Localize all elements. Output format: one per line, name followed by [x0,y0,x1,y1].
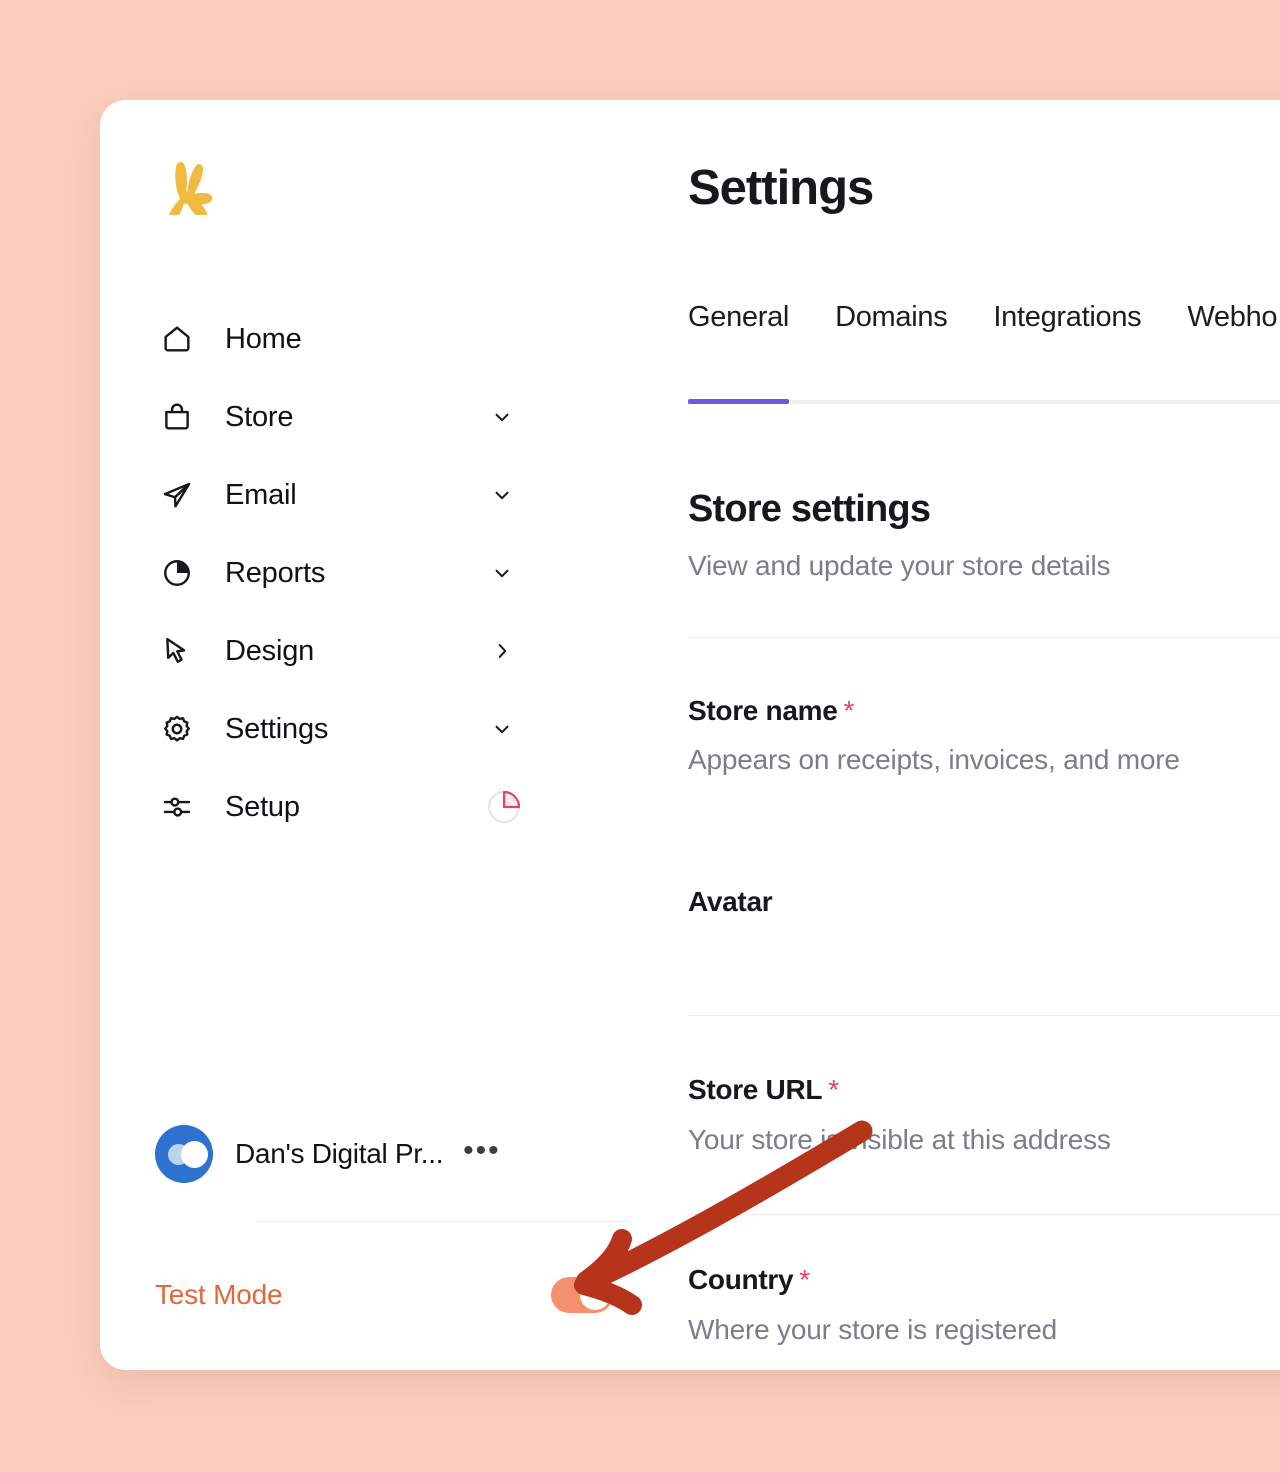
sidebar-item-label: Design [225,637,314,666]
store-switcher[interactable]: Dan's Digital Pr... ••• [155,1118,575,1190]
page-title: Settings [688,160,873,216]
sidebar-item-label: Email [225,481,297,510]
chevron-down-icon[interactable] [491,562,513,584]
chevron-down-icon[interactable] [491,484,513,506]
field-help-country: Where your store is registered [688,1314,1057,1346]
section-title: Store settings [688,488,930,531]
tab-general[interactable]: General [688,303,789,332]
sidebar-item-label: Setup [225,793,300,822]
app-window-card: Home Store [100,100,1280,1370]
field-label-store-url: Store URL* [688,1074,839,1106]
field-label-text: Country [688,1264,793,1295]
store-more-options-button[interactable]: ••• [463,1143,501,1166]
store-name-label: Dan's Digital Pr... [235,1138,443,1170]
main-panel: Settings General Domains Integrations We… [664,100,1280,1370]
divider [688,1214,1280,1215]
sidebar-item-design[interactable]: Design [155,612,555,690]
chevron-down-icon[interactable] [491,718,513,740]
chevron-right-icon[interactable] [491,640,513,662]
field-label-avatar: Avatar [688,886,778,918]
home-icon [155,317,199,361]
test-mode-toggle[interactable] [551,1277,613,1313]
sidebar-item-reports[interactable]: Reports [155,534,555,612]
screenshot-root: Home Store [0,0,1280,1472]
required-asterisk: * [799,1264,810,1295]
app-logo[interactable] [163,155,219,215]
field-label-text: Avatar [688,886,772,917]
sidebar-item-label: Home [225,325,302,354]
field-label-text: Store name [688,695,838,726]
sidebar-item-label: Reports [225,559,325,588]
chevron-down-icon[interactable] [491,406,513,428]
divider [688,637,1280,638]
pie-chart-icon [155,551,199,595]
sidebar: Home Store [100,100,664,1370]
sidebar-item-settings[interactable]: Settings [155,690,555,768]
store-avatar [155,1125,213,1183]
field-help-store-url: Your store is visible at this address [688,1124,1111,1156]
sidebar-item-email[interactable]: Email [155,456,555,534]
tab-webhooks[interactable]: Webho [1187,303,1277,332]
section-subtitle: View and update your store details [688,550,1110,582]
field-label-text: Store URL [688,1074,822,1105]
avatar-d-shape [181,1141,208,1168]
sidebar-item-label: Settings [225,715,328,744]
sliders-icon [155,785,199,829]
tab-active-indicator [688,399,789,404]
required-asterisk: * [828,1074,839,1105]
sidebar-item-store[interactable]: Store [155,378,555,456]
field-label-country: Country* [688,1264,810,1296]
field-label-store-name: Store name* [688,695,854,727]
settings-tabs: General Domains Integrations Webho [688,303,1277,332]
paper-plane-icon [155,473,199,517]
sidebar-item-setup[interactable]: Setup [155,768,555,846]
required-asterisk: * [844,695,855,726]
divider [688,1015,1280,1016]
lemon-squeezy-petals-logo-icon [163,155,219,215]
field-help-store-name: Appears on receipts, invoices, and more [688,744,1180,776]
tab-integrations[interactable]: Integrations [993,303,1141,332]
test-mode-label: Test Mode [155,1279,282,1311]
tab-domains[interactable]: Domains [835,303,947,332]
gear-icon [155,707,199,751]
bag-icon [155,395,199,439]
sidebar-item-label: Store [225,403,293,432]
cursor-arrow-icon [155,629,199,673]
sidebar-item-home[interactable]: Home [155,300,555,378]
toggle-knob [580,1280,610,1310]
setup-progress-ring-icon [485,788,523,826]
sidebar-divider [255,1221,630,1222]
test-mode-row: Test Mode [155,1268,635,1322]
sidebar-nav: Home Store [155,300,555,846]
